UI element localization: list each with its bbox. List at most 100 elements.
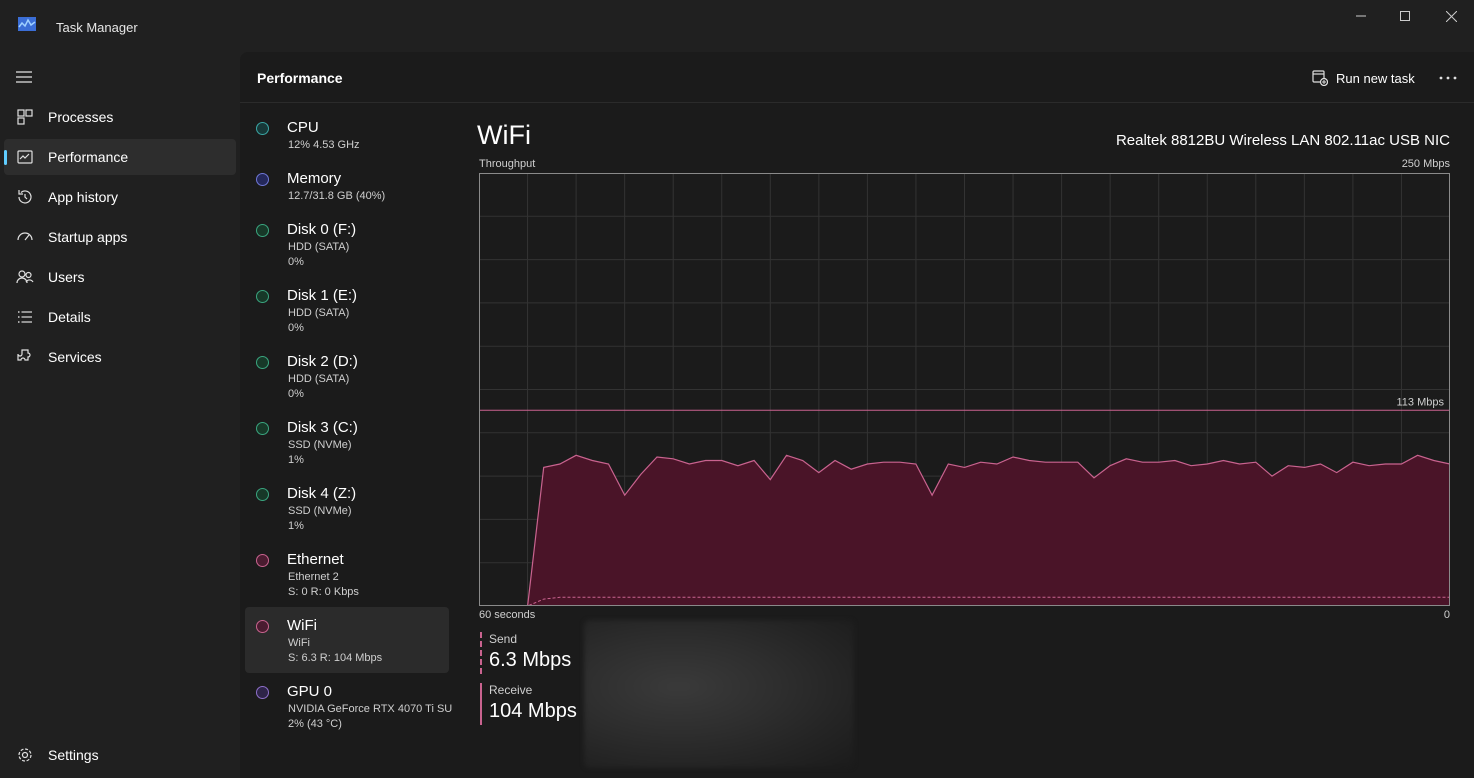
receive-value: 104 Mbps xyxy=(489,700,577,722)
send-value: 6.3 Mbps xyxy=(489,649,572,671)
nav-label-settings: Settings xyxy=(48,747,99,763)
window-title: Task Manager xyxy=(56,20,138,35)
nav-item-performance[interactable]: Performance xyxy=(4,139,236,175)
memory-indicator-dot xyxy=(256,173,269,186)
throughput-label: Throughput xyxy=(479,158,536,170)
device-usage: 1% xyxy=(288,454,304,466)
nav-item-app-history[interactable]: App history xyxy=(4,179,236,215)
more-icon xyxy=(1439,76,1457,80)
device-disk-3[interactable]: Disk 3 (C:) SSD (NVMe) 1% xyxy=(245,409,449,475)
performance-content: Performance Run new task CPU 12% 4.53 GH… xyxy=(240,52,1474,778)
device-detail: HDD (SATA) xyxy=(288,373,350,385)
scale-marker-label: 113 Mbps xyxy=(1397,396,1445,408)
disk-indicator-dot xyxy=(256,422,269,435)
device-name: Disk 0 (F:) xyxy=(287,221,357,238)
more-options-button[interactable] xyxy=(1438,68,1458,88)
nav-label-services: Services xyxy=(48,349,102,365)
device-name: Disk 2 (D:) xyxy=(287,353,358,370)
nav-item-details[interactable]: Details xyxy=(4,299,236,335)
device-detail: SSD (NVMe) xyxy=(288,505,352,517)
x-axis-right-label: 0 xyxy=(1443,609,1450,621)
device-name: CPU xyxy=(287,119,319,136)
close-icon xyxy=(1445,10,1457,22)
close-button[interactable] xyxy=(1428,6,1474,26)
active-indicator xyxy=(4,150,7,165)
device-usage: S: 6.3 R: 104 Mbps xyxy=(288,652,383,664)
content-header: Performance Run new task xyxy=(240,52,1474,103)
device-disk-0[interactable]: Disk 0 (F:) HDD (SATA) 0% xyxy=(245,211,449,277)
device-disk-4[interactable]: Disk 4 (Z:) SSD (NVMe) 1% xyxy=(245,475,449,541)
device-wifi[interactable]: WiFi WiFi S: 6.3 R: 104 Mbps xyxy=(245,607,449,673)
page-title: Performance xyxy=(257,70,343,86)
device-detail: SSD (NVMe) xyxy=(288,439,352,451)
ethernet-indicator-dot xyxy=(256,554,269,567)
device-usage: 0% xyxy=(288,322,304,334)
device-disk-1[interactable]: Disk 1 (E:) HDD (SATA) 0% xyxy=(245,277,449,343)
device-name: Disk 4 (Z:) xyxy=(287,485,357,502)
nav-label-performance: Performance xyxy=(48,149,129,165)
run-new-task-button[interactable]: Run new task xyxy=(1312,68,1415,88)
device-usage: S: 0 R: 0 Kbps xyxy=(288,586,359,598)
device-disk-2[interactable]: Disk 2 (D:) HDD (SATA) 0% xyxy=(245,343,449,409)
disk-indicator-dot xyxy=(256,488,269,501)
send-stat: Send 6.3 Mbps xyxy=(480,632,571,674)
maximize-icon xyxy=(1400,11,1410,21)
run-new-task-label: Run new task xyxy=(1336,70,1415,86)
run-task-icon xyxy=(1312,70,1328,86)
title-bar: Task Manager xyxy=(0,0,1474,52)
minimize-icon xyxy=(1356,15,1366,17)
details-icon xyxy=(18,311,32,323)
disk-indicator-dot xyxy=(256,356,269,369)
nav-label-processes: Processes xyxy=(48,109,114,125)
nav-item-services[interactable]: Services xyxy=(4,339,236,375)
blurred-image-region xyxy=(584,620,854,768)
device-detail: Ethernet 2 xyxy=(288,571,339,583)
receive-stat: Receive 104 Mbps xyxy=(480,683,577,725)
cpu-indicator-dot xyxy=(256,122,269,135)
adapter-name: Realtek 8812BU Wireless LAN 802.11ac USB… xyxy=(1115,132,1450,149)
history-icon xyxy=(18,190,32,204)
maximize-button[interactable] xyxy=(1382,6,1428,26)
nav-item-settings[interactable]: Settings xyxy=(4,737,236,773)
device-detail: 12% 4.53 GHz xyxy=(288,139,360,151)
device-usage: 0% xyxy=(288,388,304,400)
task-manager-app-icon xyxy=(18,17,36,31)
device-name: Ethernet xyxy=(287,551,344,568)
send-label: Send xyxy=(489,632,518,646)
nav-item-processes[interactable]: Processes xyxy=(4,99,236,135)
device-name: Memory xyxy=(287,170,342,187)
nav-label-app-history: App history xyxy=(48,189,119,205)
device-usage: 2% (43 °C) xyxy=(288,718,342,730)
detail-title: WiFi xyxy=(477,120,531,150)
minimize-button[interactable] xyxy=(1338,6,1384,26)
throughput-graph: 113 Mbps xyxy=(479,173,1450,606)
services-icon xyxy=(17,349,31,361)
device-ethernet[interactable]: Ethernet Ethernet 2 S: 0 R: 0 Kbps xyxy=(245,541,449,607)
nav-label-users: Users xyxy=(48,269,85,285)
nav-label-details: Details xyxy=(48,309,91,325)
device-detail: HDD (SATA) xyxy=(288,307,350,319)
device-name: Disk 3 (C:) xyxy=(287,419,358,436)
startup-icon xyxy=(17,232,33,241)
gear-icon xyxy=(18,748,32,762)
device-detail: HDD (SATA) xyxy=(288,241,350,253)
performance-icon xyxy=(17,150,33,164)
nav-item-users[interactable]: Users xyxy=(4,259,236,295)
hamburger-menu-icon[interactable] xyxy=(16,70,34,84)
device-usage: 0% xyxy=(288,256,304,268)
wifi-indicator-dot xyxy=(256,620,269,633)
device-name: Disk 1 (E:) xyxy=(287,287,358,304)
device-detail: 12.7/31.8 GB (40%) xyxy=(288,190,386,202)
users-icon xyxy=(16,270,34,284)
nav-label-startup-apps: Startup apps xyxy=(48,229,128,245)
device-detail: NVIDIA GeForce RTX 4070 Ti SU xyxy=(288,703,453,715)
device-gpu-0[interactable]: GPU 0 NVIDIA GeForce RTX 4070 Ti SU 2% (… xyxy=(245,673,453,739)
device-usage: 1% xyxy=(288,520,304,532)
device-name: GPU 0 xyxy=(287,683,333,700)
y-axis-max-label: 250 Mbps xyxy=(1401,158,1450,170)
device-name: WiFi xyxy=(287,617,317,634)
processes-icon xyxy=(17,109,33,125)
nav-item-startup-apps[interactable]: Startup apps xyxy=(4,219,236,255)
x-axis-left-label: 60 seconds xyxy=(479,609,536,621)
gpu-indicator-dot xyxy=(256,686,269,699)
